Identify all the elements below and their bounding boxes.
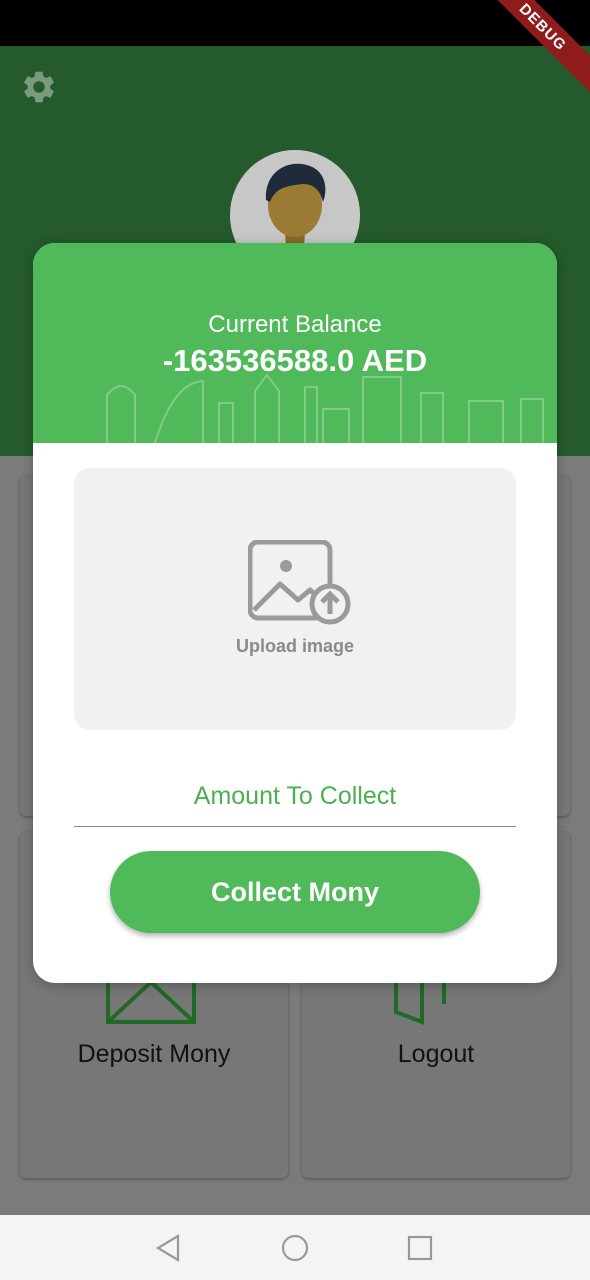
city-skyline-illustration: [106, 373, 544, 443]
image-upload-icon: [248, 540, 351, 625]
amount-to-collect-input[interactable]: [74, 767, 516, 827]
balance-header: Current Balance -163536588.0 AED: [33, 243, 557, 443]
circle-home-icon[interactable]: [278, 1231, 312, 1265]
collect-dialog: Current Balance -163536588.0 AED Upload …: [33, 243, 557, 983]
upload-image-label: Upload image: [235, 636, 355, 656]
collect-money-button[interactable]: Collect Mony: [110, 851, 480, 933]
status-bar: [0, 0, 590, 46]
deposit-label: Deposit Mony: [77, 1040, 231, 1068]
gear-icon[interactable]: [20, 68, 58, 106]
logout-label: Logout: [397, 1040, 475, 1068]
square-recents-icon[interactable]: [403, 1231, 437, 1265]
balance-label: Current Balance: [208, 311, 382, 338]
triangle-back-icon[interactable]: [152, 1231, 186, 1265]
upload-image-area[interactable]: Upload image: [74, 468, 516, 730]
system-nav-bar: [0, 1215, 590, 1280]
balance-value: -163536588.0 AED: [162, 343, 428, 378]
